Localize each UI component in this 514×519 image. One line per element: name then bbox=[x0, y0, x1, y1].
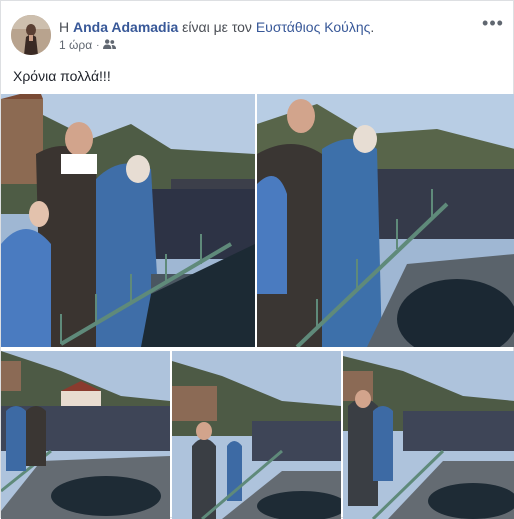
photo-4[interactable] bbox=[172, 351, 341, 519]
author-name-link[interactable]: Anda Adamadia bbox=[73, 19, 178, 35]
post-time-link[interactable]: 1 ώρα bbox=[59, 38, 92, 52]
post-meta: 1 ώρα · bbox=[59, 38, 117, 52]
post-header-line: Η Anda Adamadia είναι με τον Ευστάθιος Κ… bbox=[59, 18, 374, 36]
more-options-icon[interactable]: ••• bbox=[482, 13, 503, 33]
avatar-image bbox=[11, 15, 51, 55]
header-period: . bbox=[370, 19, 375, 35]
photo-5[interactable] bbox=[343, 351, 514, 519]
photo-1[interactable] bbox=[1, 94, 255, 347]
post-text: Χρόνια πολλά!!! bbox=[13, 68, 111, 84]
post-card: Η Anda Adamadia είναι με τον Ευστάθιος Κ… bbox=[0, 0, 514, 519]
photo-2[interactable] bbox=[257, 94, 514, 347]
meta-separator: · bbox=[96, 39, 100, 51]
friends-icon[interactable] bbox=[103, 38, 117, 52]
with-text: είναι με τον bbox=[178, 19, 256, 35]
tagged-person-link[interactable]: Ευστάθιος Κούλης bbox=[256, 19, 371, 35]
author-avatar[interactable] bbox=[11, 15, 51, 55]
photo-3[interactable] bbox=[1, 351, 170, 519]
author-prefix: Η bbox=[59, 19, 73, 35]
